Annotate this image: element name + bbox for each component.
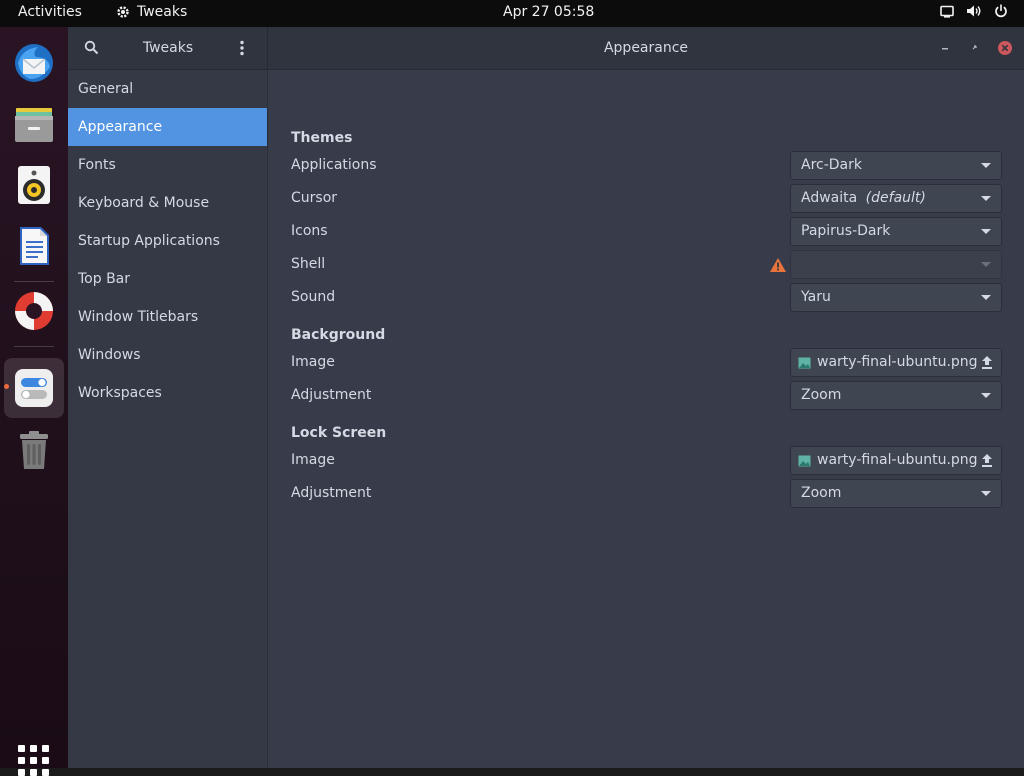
help-lifebuoy-icon <box>15 292 53 330</box>
background-image-file-chooser[interactable]: warty-final-ubuntu.png <box>790 348 1002 377</box>
trash-icon <box>20 431 48 469</box>
background-adjustment-label: Adjustment <box>291 387 372 403</box>
sidebar-item-window-titlebars[interactable]: Window Titlebars <box>68 298 267 336</box>
chevron-down-icon <box>981 491 991 496</box>
icons-label: Icons <box>291 223 328 239</box>
sidebar-item-keyboard-mouse[interactable]: Keyboard & Mouse <box>68 184 267 222</box>
warning-icon <box>769 257 787 277</box>
dock-item-writer[interactable] <box>4 216 64 276</box>
background-image-filename: warty-final-ubuntu.png <box>817 354 978 370</box>
sidebar-item-top-bar[interactable]: Top Bar <box>68 260 267 298</box>
icons-theme-value: Papirus-Dark <box>801 223 891 239</box>
cursor-theme-default-tag: (default) <box>865 190 926 206</box>
appearance-panel: Themes Applications Arc-Dark Cursor Adwa… <box>268 70 1024 768</box>
lock-screen-adjustment-dropdown[interactable]: Zoom <box>790 479 1002 508</box>
upload-icon <box>982 356 992 369</box>
sidebar-item-general[interactable]: General <box>68 70 267 108</box>
tweaks-icon <box>15 369 53 407</box>
rhythmbox-icon <box>18 166 50 204</box>
applications-label: Applications <box>291 157 377 173</box>
chevron-down-icon <box>981 163 991 168</box>
writer-icon <box>20 227 49 265</box>
sidebar-item-appearance[interactable]: Appearance <box>68 108 267 146</box>
applications-theme-dropdown[interactable]: Arc-Dark <box>790 151 1002 180</box>
sidebar-item-fonts[interactable]: Fonts <box>68 146 267 184</box>
dock-item-help[interactable] <box>4 281 64 341</box>
top-bar: Activities Tweaks Apr 27 05:58 <box>0 0 1024 27</box>
chevron-down-icon <box>981 196 991 201</box>
sidebar: General Appearance Fonts Keyboard & Mous… <box>68 70 268 768</box>
screen-icon <box>940 5 954 18</box>
system-tray[interactable] <box>940 4 1008 18</box>
chevron-down-icon <box>981 295 991 300</box>
power-icon <box>995 4 1007 18</box>
cursor-theme-dropdown[interactable]: Adwaita (default) <box>790 184 1002 213</box>
activities-button[interactable]: Activities <box>18 4 82 20</box>
dock-item-files[interactable] <box>4 94 64 154</box>
app-menu[interactable]: Tweaks <box>116 4 187 20</box>
sidebar-item-startup-applications[interactable]: Startup Applications <box>68 222 267 260</box>
lock-screen-heading: Lock Screen <box>291 425 387 441</box>
shell-label: Shell <box>291 256 326 272</box>
tweaks-window: Tweaks Appearance General Appearance Fon… <box>68 27 1024 768</box>
image-file-icon <box>798 357 811 369</box>
lock-screen-adjustment-label: Adjustment <box>291 485 372 501</box>
image-file-icon <box>798 455 811 467</box>
lock-screen-adjustment-value: Zoom <box>801 485 842 501</box>
thunderbird-icon <box>15 44 53 82</box>
show-applications-icon[interactable] <box>18 745 49 776</box>
cursor-label: Cursor <box>291 190 338 206</box>
chevron-down-icon <box>981 262 991 267</box>
chevron-down-icon <box>981 229 991 234</box>
header-bar: Tweaks Appearance <box>68 27 1024 70</box>
dock-item-thunderbird[interactable] <box>4 33 64 93</box>
minimize-button[interactable] <box>937 40 953 56</box>
lock-screen-image-label: Image <box>291 452 335 468</box>
dock-item-trash[interactable] <box>4 420 64 480</box>
background-heading: Background <box>291 327 386 343</box>
dock-item-rhythmbox[interactable] <box>4 155 64 215</box>
dock <box>0 27 68 776</box>
clock[interactable]: Apr 27 05:58 <box>503 4 594 20</box>
background-adjustment-dropdown[interactable]: Zoom <box>790 381 1002 410</box>
tweaks-gear-icon <box>117 6 129 18</box>
cursor-theme-value: Adwaita <box>801 190 858 206</box>
sound-theme-dropdown[interactable]: Yaru <box>790 283 1002 312</box>
kebab-menu-icon <box>240 40 244 56</box>
minimize-icon <box>942 48 948 50</box>
chevron-down-icon <box>981 393 991 398</box>
sidebar-item-workspaces[interactable]: Workspaces <box>68 374 267 412</box>
background-adjustment-value: Zoom <box>801 387 842 403</box>
icons-theme-dropdown[interactable]: Papirus-Dark <box>790 217 1002 246</box>
upload-icon <box>982 454 992 467</box>
maximize-icon <box>972 45 977 50</box>
sidebar-title: Tweaks <box>142 40 194 56</box>
close-button[interactable] <box>997 40 1013 56</box>
menu-button[interactable] <box>239 40 245 60</box>
window-title: Appearance <box>603 40 689 56</box>
dock-separator <box>14 346 54 347</box>
themes-heading: Themes <box>291 130 353 146</box>
applications-theme-value: Arc-Dark <box>801 157 862 173</box>
app-menu-label: Tweaks <box>137 4 188 20</box>
volume-icon <box>967 5 981 17</box>
close-icon <box>998 41 1012 55</box>
sound-theme-value: Yaru <box>801 289 831 305</box>
background-image-label: Image <box>291 354 335 370</box>
files-icon <box>15 108 53 142</box>
maximize-button[interactable] <box>967 40 983 56</box>
sidebar-header: Tweaks <box>68 27 268 69</box>
dock-item-tweaks[interactable] <box>4 358 64 418</box>
shell-theme-dropdown[interactable] <box>790 250 1002 279</box>
lock-screen-image-filename: warty-final-ubuntu.png <box>817 452 978 468</box>
sound-label: Sound <box>291 289 336 305</box>
lock-screen-image-file-chooser[interactable]: warty-final-ubuntu.png <box>790 446 1002 475</box>
sidebar-item-windows[interactable]: Windows <box>68 336 267 374</box>
